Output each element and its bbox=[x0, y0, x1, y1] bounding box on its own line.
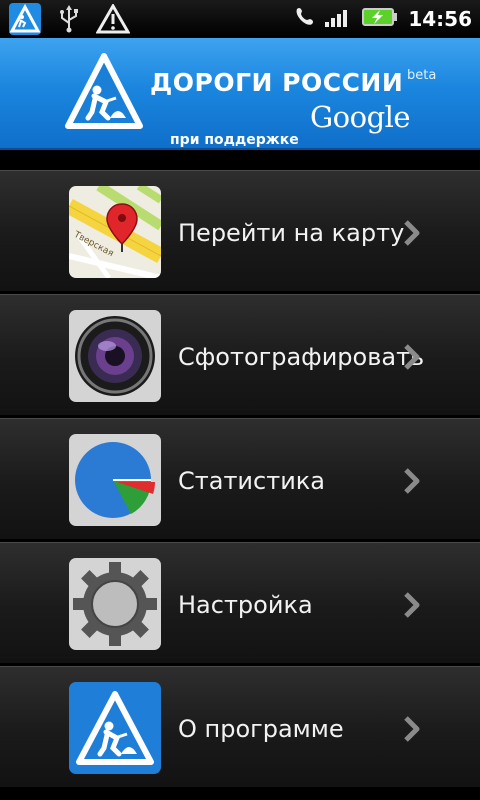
battery-charging-icon bbox=[362, 7, 398, 31]
beta-label: beta bbox=[407, 68, 437, 83]
chevron-right-icon bbox=[402, 591, 422, 619]
menu-item-map[interactable]: Тверская Перейти на карту bbox=[0, 170, 480, 292]
menu-item-label: Настройка bbox=[178, 591, 313, 619]
header-divider bbox=[0, 150, 480, 170]
signal-icon bbox=[324, 6, 352, 32]
chevron-right-icon bbox=[402, 715, 422, 743]
menu-item-about[interactable]: О программе bbox=[0, 666, 480, 788]
camera-lens-icon bbox=[69, 310, 161, 402]
supported-by-label: при поддержке bbox=[170, 132, 299, 148]
road-work-logo-icon bbox=[64, 52, 144, 132]
app-title: ДОРОГИ РОССИИ bbox=[150, 68, 404, 97]
menu-item-label: Статистика bbox=[178, 467, 325, 495]
road-work-sign-icon bbox=[69, 682, 161, 774]
phone-icon bbox=[294, 6, 314, 32]
warning-icon bbox=[96, 2, 130, 36]
menu-item-statistics[interactable]: Статистика bbox=[0, 418, 480, 540]
pie-chart-icon bbox=[69, 434, 161, 526]
menu-item-label: Перейти на карту bbox=[178, 219, 405, 247]
chevron-right-icon bbox=[402, 219, 422, 247]
menu-item-label: Сфотографировать bbox=[178, 343, 425, 371]
menu-item-settings[interactable]: Настройка bbox=[0, 542, 480, 664]
status-time: 14:56 bbox=[408, 7, 472, 31]
gear-icon bbox=[69, 558, 161, 650]
main-menu: Тверская Перейти на карту Сфотографирова… bbox=[0, 170, 480, 800]
usb-icon bbox=[52, 2, 86, 36]
map-pin-icon: Тверская bbox=[69, 186, 161, 278]
chevron-right-icon bbox=[402, 343, 422, 371]
google-brand: Google bbox=[310, 100, 411, 134]
menu-item-label: О программе bbox=[178, 715, 344, 743]
menu-item-camera[interactable]: Сфотографировать bbox=[0, 294, 480, 416]
app-road-sign-icon bbox=[8, 2, 42, 36]
header-banner: ДОРОГИ РОССИИ beta при поддержке Google bbox=[0, 38, 480, 150]
chevron-right-icon bbox=[402, 467, 422, 495]
status-bar: 14:56 bbox=[0, 0, 480, 38]
